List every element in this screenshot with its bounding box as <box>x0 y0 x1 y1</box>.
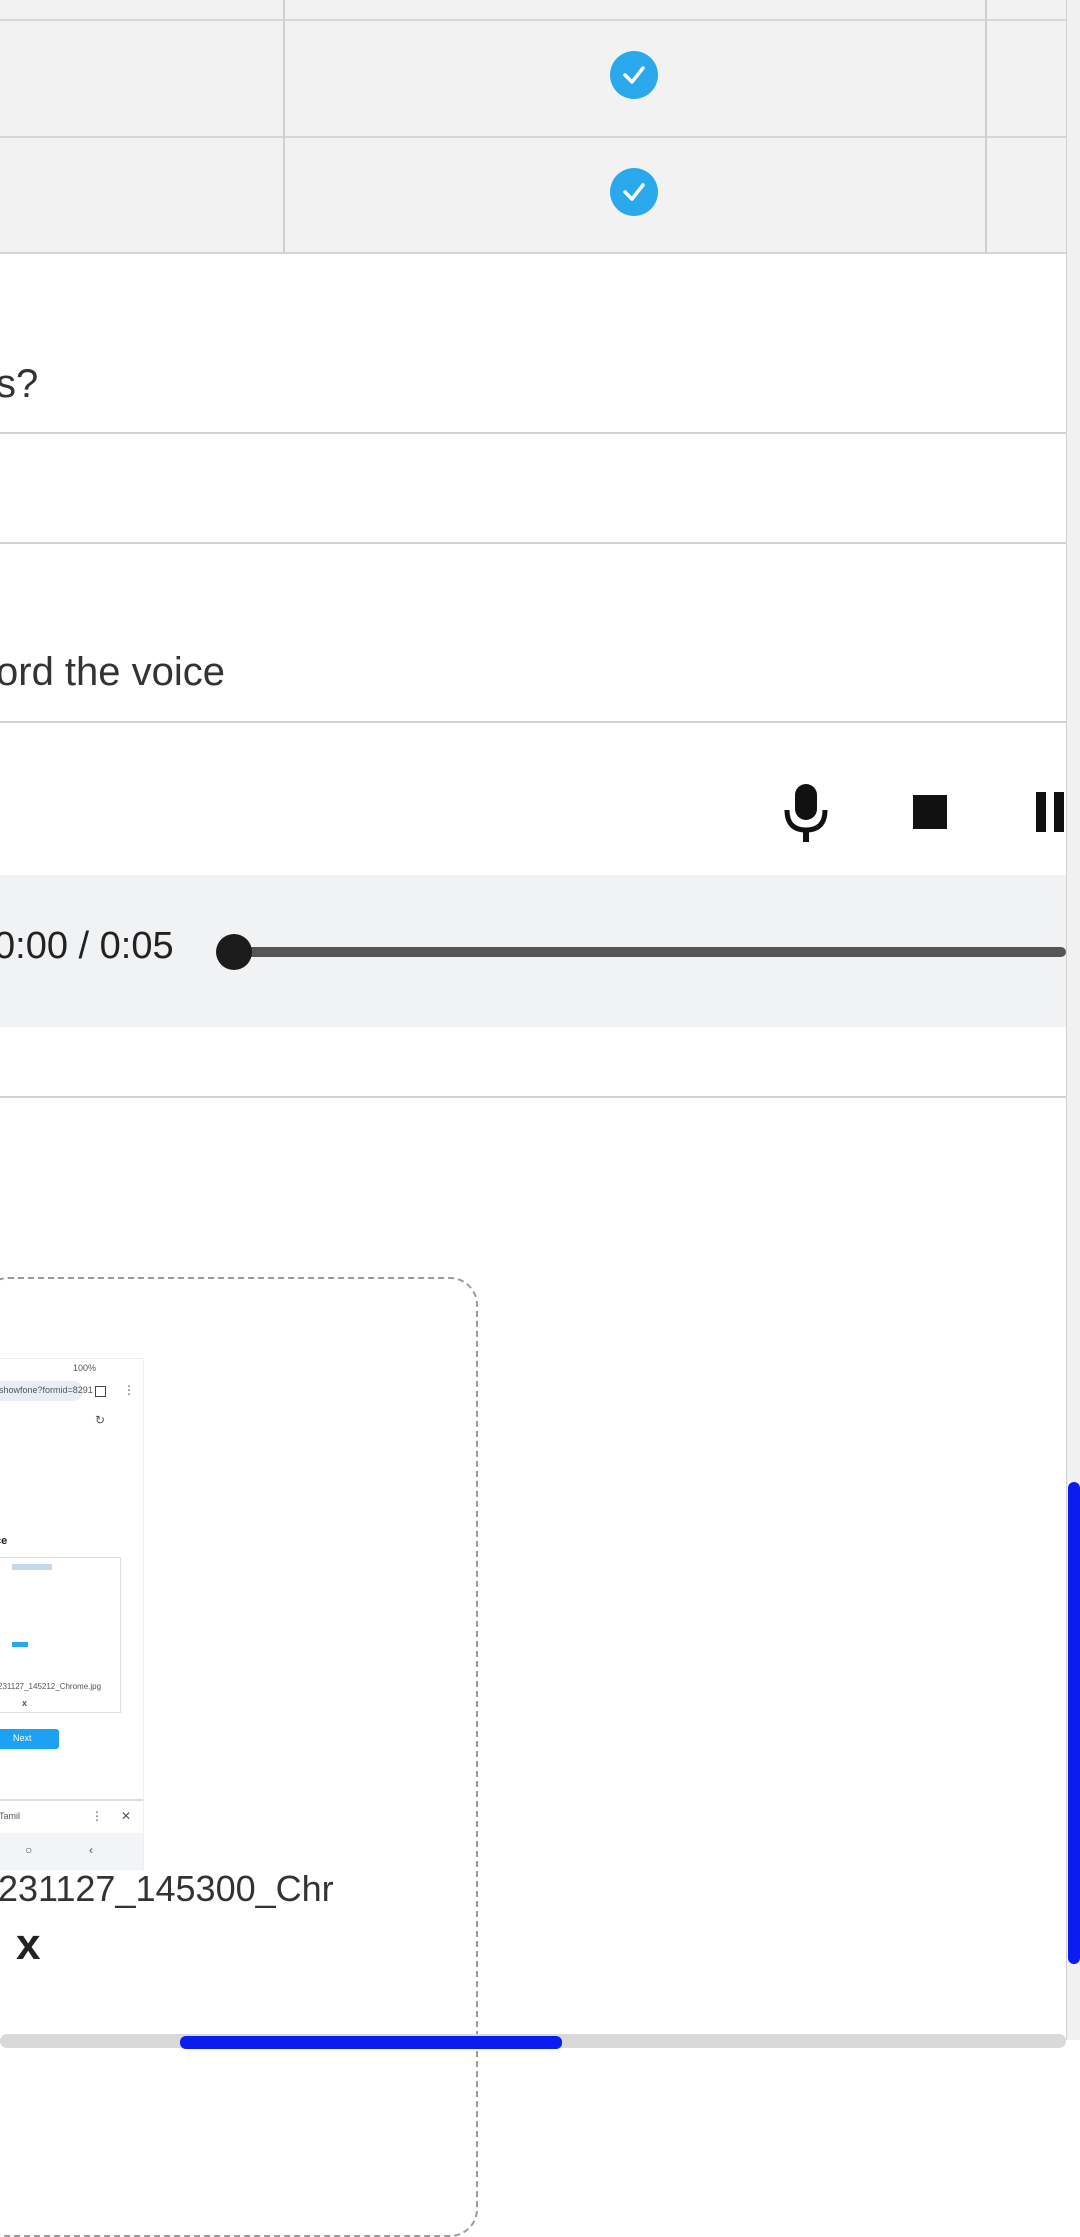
table-row-divider <box>0 19 1066 21</box>
divider <box>0 721 1066 723</box>
table-column-divider <box>985 0 987 254</box>
vertical-scrollbar-thumb[interactable] <box>1068 1482 1080 1964</box>
inner-preview: 231127_145212_Chrome.jpg x <box>0 1557 121 1713</box>
tabs-icon <box>95 1386 106 1397</box>
question-label: ord the voice <box>0 650 226 694</box>
audio-progress-thumb[interactable] <box>216 934 252 970</box>
inner-next-label: Next <box>13 1733 32 1743</box>
microphone-icon[interactable] <box>784 784 828 847</box>
home-icon: ○ <box>25 1843 33 1857</box>
question-label: s? <box>0 362 39 406</box>
more-vert-icon: ⋮ <box>123 1383 135 1397</box>
pause-icon[interactable] <box>1036 792 1066 837</box>
inner-filename: 231127_145212_Chrome.jpg <box>0 1682 102 1691</box>
refresh-icon: ↻ <box>95 1413 106 1427</box>
inner-close-icon: ✕ <box>121 1809 132 1823</box>
inner-lang-label: Tamil <box>0 1811 21 1821</box>
divider <box>0 1096 1066 1098</box>
divider <box>0 432 1066 434</box>
horizontal-scrollbar-thumb[interactable] <box>180 2036 562 2049</box>
url-text: showfone?formid=8291 <box>0 1385 93 1395</box>
uploaded-file-name: 231127_145300_Chr <box>0 1868 334 1909</box>
status-battery: 100% <box>73 1363 97 1373</box>
table-row-divider <box>0 136 1066 138</box>
table-column-divider <box>283 0 285 254</box>
divider <box>0 542 1066 544</box>
inner-title: ce <box>0 1535 8 1547</box>
inner-more-icon: ⋮ <box>91 1809 103 1823</box>
audio-progress-track[interactable] <box>234 947 1066 957</box>
inner-nav-bar: ○ ‹ <box>0 1833 143 1869</box>
stop-icon[interactable] <box>913 795 947 829</box>
back-icon: ‹ <box>89 1843 93 1857</box>
inner-next-button: Next <box>0 1729 59 1749</box>
inner-remove: x <box>22 1698 28 1708</box>
uploaded-image-thumbnail: 100% showfone?formid=8291 ⋮ ↻ ce 231127_… <box>0 1358 144 1870</box>
audio-time: 0:00 / 0:05 <box>0 925 174 967</box>
url-bar: showfone?formid=8291 <box>0 1381 93 1401</box>
table-row-divider <box>0 252 1066 254</box>
check-circle-icon[interactable] <box>610 168 658 216</box>
check-circle-icon[interactable] <box>610 51 658 99</box>
remove-file-button[interactable]: x <box>16 1920 40 1970</box>
options-table <box>0 0 1066 254</box>
